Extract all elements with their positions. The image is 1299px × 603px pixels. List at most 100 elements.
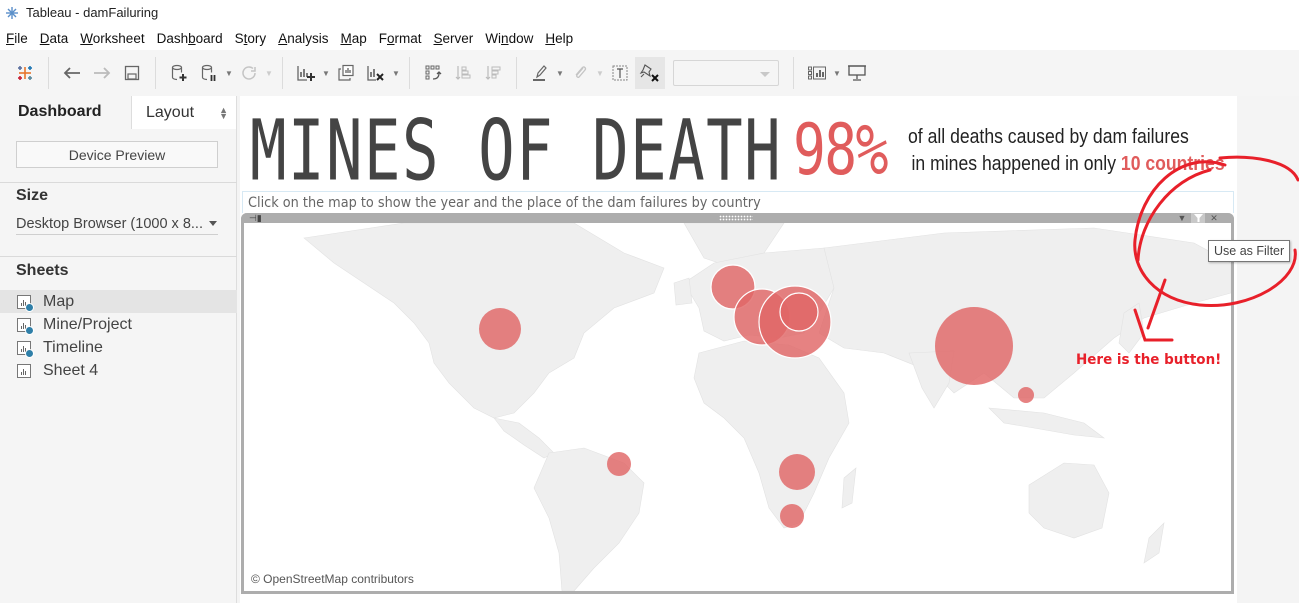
clear-sheet-icon[interactable] <box>361 57 391 89</box>
window-titlebar: Tableau - damFailuring <box>0 0 1299 25</box>
new-worksheet-icon[interactable] <box>291 57 321 89</box>
fit-select[interactable] <box>673 60 779 86</box>
sheet-item-timeline[interactable]: Timeline <box>0 336 237 359</box>
sheets-heading: Sheets <box>16 262 69 279</box>
undo-icon[interactable] <box>57 57 87 89</box>
group-members-icon[interactable] <box>565 57 595 89</box>
pin-icon[interactable]: ⊣▮ <box>249 214 262 223</box>
land-southeast-asia <box>988 407 1106 439</box>
sheet-item-mine-project[interactable]: Mine/Project <box>0 313 237 336</box>
menu-worksheet[interactable]: Worksheet <box>74 31 150 46</box>
stat-line-1: of all deaths caused by dam failures <box>908 126 1189 148</box>
menu-server[interactable]: Server <box>428 31 480 46</box>
toolbar-separator <box>793 57 794 89</box>
refresh-dropdown[interactable]: ▼ <box>264 69 274 78</box>
new-data-source-icon[interactable] <box>164 57 194 89</box>
sheet-item-sheet-4[interactable]: Sheet 4 <box>0 359 237 382</box>
presentation-mode-icon[interactable] <box>842 57 872 89</box>
show-me-dropdown[interactable]: ▼ <box>832 69 842 78</box>
stat-description: of all deaths caused by dam failures in … <box>908 124 1225 178</box>
map-mark-zambia-zimbabwe[interactable] <box>779 454 815 490</box>
map-mark-united-states[interactable] <box>479 308 521 350</box>
show-mark-labels-icon[interactable] <box>605 57 635 89</box>
worksheet-icon <box>17 294 34 312</box>
check-badge-icon <box>25 325 34 335</box>
updown-arrows-icon: ▲ ▼ <box>219 104 228 121</box>
sheet-label: Sheet 4 <box>43 361 99 379</box>
new-worksheet-dropdown[interactable]: ▼ <box>321 69 331 78</box>
land-new-zealand <box>1143 522 1165 564</box>
menu-story[interactable]: Story <box>229 31 273 46</box>
close-icon[interactable]: ✕ <box>1207 213 1221 223</box>
use-as-filter-tooltip: Use as Filter <box>1208 240 1291 262</box>
map-mark-brazil[interactable] <box>607 452 631 476</box>
map-mark-philippines[interactable] <box>1018 387 1034 403</box>
highlight-icon[interactable] <box>525 57 555 89</box>
map-zone-header: ⊣▮ ▼ ✕ <box>241 213 1234 223</box>
menu-file[interactable]: File <box>0 31 34 46</box>
size-select-value: Desktop Browser (1000 x 8... <box>16 215 203 232</box>
duplicate-sheet-icon[interactable] <box>331 57 361 89</box>
pause-updates-dropdown[interactable]: ▼ <box>224 69 234 78</box>
dashboard-subtitle[interactable]: Click on the map to show the year and th… <box>248 195 761 211</box>
land-madagascar <box>841 467 857 509</box>
sheet-label: Mine/Project <box>43 315 132 333</box>
sheet-label: Map <box>43 292 75 310</box>
size-select[interactable]: Desktop Browser (1000 x 8... <box>16 213 218 235</box>
map-mark-central-europe[interactable] <box>779 292 819 332</box>
chevron-down-icon <box>209 221 217 226</box>
group-members-dropdown[interactable]: ▼ <box>595 69 605 78</box>
world-map[interactable] <box>244 223 1231 591</box>
highlight-dropdown[interactable]: ▼ <box>555 69 565 78</box>
worksheet-icon <box>17 317 34 335</box>
menu-map[interactable]: Map <box>334 31 372 46</box>
land-asia <box>818 227 1231 399</box>
sidebar-divider <box>0 182 237 183</box>
clear-sheet-dropdown[interactable]: ▼ <box>391 69 401 78</box>
toolbar-separator <box>282 57 283 89</box>
swap-rows-columns-icon[interactable] <box>418 57 448 89</box>
map-attribution: © OpenStreetMap contributors <box>251 572 414 586</box>
land-australia <box>1028 462 1110 539</box>
drag-handle[interactable] <box>719 215 753 221</box>
map-mark-south-africa[interactable] <box>780 504 804 528</box>
menu-bar: File Data Worksheet Dashboard Story Anal… <box>0 27 1299 49</box>
menu-dashboard[interactable]: Dashboard <box>151 31 229 46</box>
stat-line-2: in mines happened in only 10 countries <box>908 151 1225 178</box>
more-options-icon[interactable]: ▼ <box>1175 213 1189 223</box>
tab-layout[interactable]: Layout ▲ ▼ <box>131 96 236 129</box>
sheet-item-map[interactable]: Map <box>0 290 237 313</box>
save-icon[interactable] <box>117 57 147 89</box>
sort-descending-icon[interactable] <box>478 57 508 89</box>
show-me-icon[interactable] <box>802 57 832 89</box>
redo-icon[interactable] <box>87 57 117 89</box>
menu-analysis[interactable]: Analysis <box>272 31 334 46</box>
dashboard-title[interactable]: MINES OF DEATH <box>250 104 782 199</box>
refresh-icon[interactable] <box>234 57 264 89</box>
tab-layout-label: Layout <box>146 103 195 121</box>
tableau-app-icon <box>4 5 20 21</box>
sheet-list: Map Mine/Project Timeline Sheet 4 <box>0 290 237 382</box>
menu-window[interactable]: Window <box>479 31 539 46</box>
use-as-filter-icon[interactable] <box>1191 213 1205 223</box>
tab-dashboard[interactable]: Dashboard <box>0 96 131 129</box>
land-uk <box>673 277 693 306</box>
device-preview-button[interactable]: Device Preview <box>16 141 218 168</box>
map-mark-china[interactable] <box>935 307 1013 385</box>
tableau-logo-icon[interactable] <box>10 57 40 89</box>
menu-data[interactable]: Data <box>34 31 75 46</box>
sort-ascending-icon[interactable] <box>448 57 478 89</box>
dashboard-sidebar: Dashboard Layout ▲ ▼ Device Preview Size … <box>0 96 237 603</box>
pause-updates-icon[interactable] <box>194 57 224 89</box>
sidebar-divider <box>0 256 237 257</box>
menu-help[interactable]: Help <box>539 31 579 46</box>
check-badge-icon <box>25 348 34 358</box>
worksheet-icon <box>17 363 31 378</box>
size-heading: Size <box>16 187 49 204</box>
toolbar: ▼ ▼ ▼ ▼ ▼ ▼ ▼ <box>0 50 1299 96</box>
worksheet-icon <box>17 340 34 358</box>
menu-format[interactable]: Format <box>373 31 428 46</box>
fix-axes-icon[interactable] <box>635 57 665 89</box>
toolbar-separator <box>409 57 410 89</box>
land-central-america <box>493 417 555 459</box>
